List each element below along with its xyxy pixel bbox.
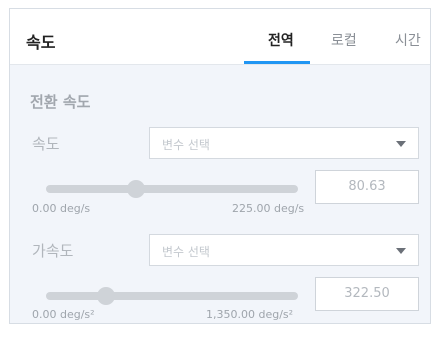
active-tab-indicator <box>244 61 310 64</box>
speed-panel: 속도 전역 로컬 시간 전환 속도 속도 변수 선택 0.00 deg/s 22… <box>9 8 431 324</box>
tab-local[interactable]: 로컬 <box>331 30 357 50</box>
section-title: 전환 속도 <box>30 93 91 111</box>
acceleration-value-input[interactable]: 322.50 <box>315 277 419 311</box>
speed-range-max: 225.00 deg/s <box>232 202 305 215</box>
acceleration-slider-thumb[interactable] <box>97 287 116 305</box>
panel-header: 속도 전역 로컬 시간 <box>10 9 430 65</box>
chevron-down-icon <box>396 141 406 147</box>
acceleration-variable-select[interactable]: 변수 선택 <box>149 234 419 266</box>
tab-time[interactable]: 시간 <box>395 30 421 50</box>
speed-range-min: 0.00 deg/s <box>32 202 91 215</box>
speed-value-input[interactable]: 80.63 <box>315 170 419 204</box>
speed-select-placeholder: 변수 선택 <box>162 138 210 152</box>
panel-content: 전환 속도 속도 변수 선택 0.00 deg/s 225.00 deg/s 8… <box>10 65 430 323</box>
acceleration-range-max: 1,350.00 deg/s² <box>206 308 294 321</box>
acceleration-label: 가속도 <box>32 242 74 260</box>
acceleration-slider-track[interactable] <box>46 292 298 300</box>
chevron-down-icon <box>396 248 406 254</box>
acceleration-select-placeholder: 변수 선택 <box>162 245 210 259</box>
speed-value: 80.63 <box>348 179 386 194</box>
speed-slider-track[interactable] <box>46 185 298 193</box>
speed-slider-thumb[interactable] <box>127 180 146 198</box>
speed-variable-select[interactable]: 변수 선택 <box>149 127 419 159</box>
acceleration-value: 322.50 <box>344 286 390 301</box>
speed-label: 속도 <box>32 135 60 153</box>
acceleration-range-min: 0.00 deg/s² <box>32 308 95 321</box>
panel-title: 속도 <box>26 33 56 52</box>
tab-global[interactable]: 전역 <box>268 30 294 50</box>
